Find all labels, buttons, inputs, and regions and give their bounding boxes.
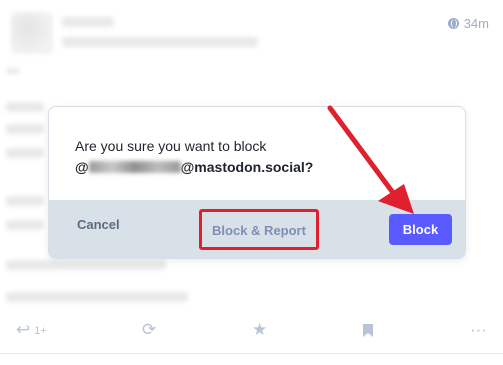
- username-blurred: [88, 160, 181, 173]
- globe-icon: [447, 18, 459, 29]
- reply-button[interactable]: ↩ 1+: [16, 318, 47, 343]
- bookmark-icon: [363, 324, 373, 338]
- bookmark-button[interactable]: [362, 318, 374, 342]
- content-blurred: [6, 260, 166, 270]
- dialog-question: Are you sure you want to block: [75, 138, 267, 154]
- boost-button[interactable]: ⟳: [142, 318, 156, 342]
- block-button[interactable]: Block: [389, 214, 452, 245]
- username-blurred: [62, 37, 258, 47]
- content-blurred: [6, 102, 44, 112]
- content-blurred: [6, 124, 44, 134]
- content-blurred: [6, 148, 44, 158]
- status-action-bar: ↩ 1+ ⟳ ★ ···: [0, 318, 503, 344]
- cancel-button[interactable]: Cancel: [77, 217, 120, 232]
- reply-count: 1+: [34, 324, 47, 337]
- divider: [0, 353, 503, 354]
- content-blurred: [6, 220, 44, 230]
- content-blurred: [6, 196, 44, 206]
- content-blurred: [6, 292, 188, 302]
- more-button[interactable]: ···: [470, 318, 487, 342]
- boost-icon: ⟳: [142, 320, 157, 339]
- timestamp-label: 34m: [463, 16, 489, 31]
- content-blurred: [6, 68, 20, 74]
- timestamp[interactable]: 34m: [447, 16, 489, 31]
- dialog-message: Are you sure you want to block @ @mastodo…: [49, 107, 465, 202]
- reply-icon: ↩: [16, 320, 31, 339]
- star-icon: ★: [252, 320, 268, 339]
- account-handle: @ @mastodon.social?: [75, 159, 314, 175]
- annotation-highlight-box: [199, 209, 319, 250]
- display-name-blurred: [62, 17, 114, 27]
- favourite-button[interactable]: ★: [252, 318, 267, 342]
- ellipsis-icon: ···: [470, 320, 487, 339]
- avatar[interactable]: [11, 12, 53, 54]
